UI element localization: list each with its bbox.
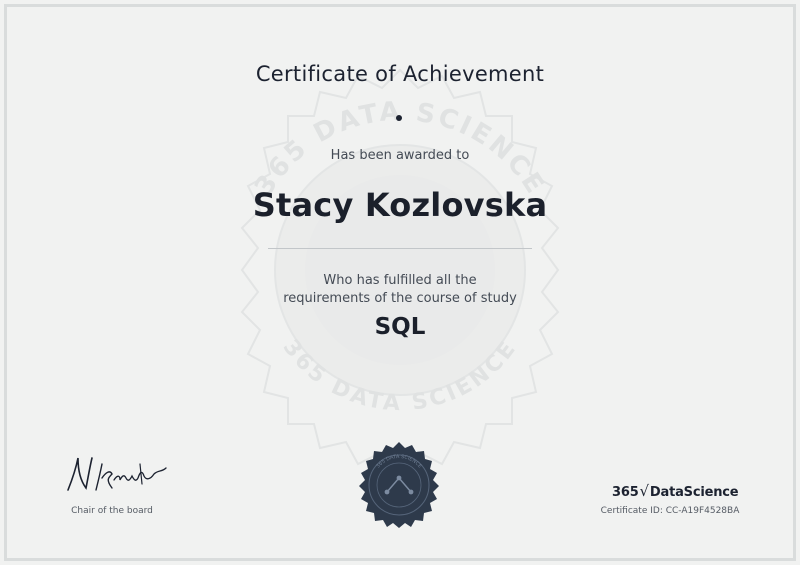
certificate-title: Certificate of Achievement (255, 62, 545, 86)
title-dot-divider (396, 115, 402, 121)
name-underline (268, 248, 532, 249)
certificate-id: Certificate ID: CC-A19F4528BA (600, 506, 740, 516)
certificate-page: 365 DATA SCIENCE 365 DATA SCIENCE Certif… (0, 0, 800, 565)
brand-logo: 365√DataScience (612, 482, 752, 500)
fulfilled-line-2: requirements of the course of study (283, 291, 517, 306)
course-name: SQL (374, 314, 426, 340)
brand-name: DataScience (649, 485, 739, 500)
fulfilled-line-1: Who has fulfilled all the (323, 273, 477, 288)
recipient-name: Stacy Kozlovska (252, 186, 548, 224)
awarded-text: Has been awarded to (330, 148, 470, 163)
brand-number: 365 (612, 485, 639, 500)
fulfilled-text: Who has fulfilled all the requirements o… (0, 272, 800, 308)
signature-icon (67, 457, 167, 491)
seal-badge-icon: 365 DATA SCIENCE (359, 442, 439, 528)
signature-caption: Chair of the board (71, 506, 153, 516)
sqrt-icon: √ (639, 482, 650, 500)
